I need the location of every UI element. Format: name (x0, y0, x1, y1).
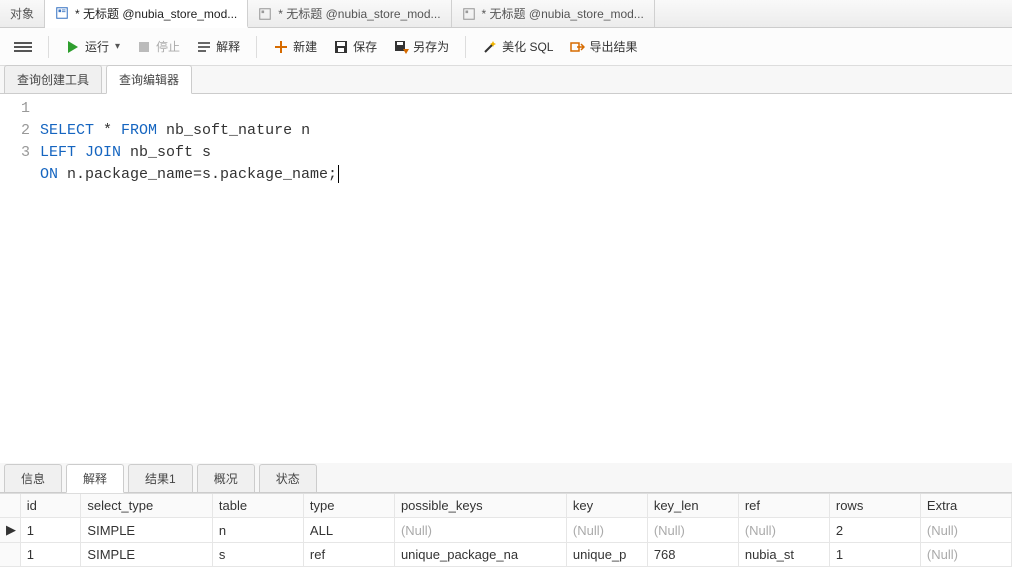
col-table[interactable]: table (212, 494, 303, 518)
beautify-label: 美化 SQL (502, 38, 553, 55)
export-icon (569, 39, 585, 55)
toolbar: 运行 ▾ 停止 解释 新建 保存 另存为 美化 SQL (0, 28, 1012, 66)
explain-button[interactable]: 解释 (190, 35, 246, 58)
line-number: 1 (0, 98, 30, 120)
col-extra[interactable]: Extra (920, 494, 1011, 518)
col-ref[interactable]: ref (738, 494, 829, 518)
save-button[interactable]: 保存 (327, 35, 383, 58)
tab-label: * 无标题 @nubia_store_mod... (278, 5, 440, 22)
explain-grid: id select_type table type possible_keys … (0, 493, 1012, 567)
floppy-icon (333, 39, 349, 55)
tab-query-builder[interactable]: 查询创建工具 (4, 65, 102, 93)
run-button[interactable]: 运行 ▾ (59, 35, 126, 58)
plus-icon (273, 39, 289, 55)
table-row[interactable]: ▶ 1 SIMPLE n ALL (Null) (Null) (Null) (N… (0, 518, 1012, 543)
kw-from: FROM (121, 122, 157, 139)
tab-label: * 无标题 @nubia_store_mod... (482, 5, 644, 22)
tab-query-2[interactable]: * 无标题 @nubia_store_mod... (248, 0, 451, 27)
beautify-button[interactable]: 美化 SQL (476, 35, 559, 58)
query-icon (462, 7, 476, 21)
table-row[interactable]: 1 SIMPLE s ref unique_package_na unique_… (0, 543, 1012, 567)
export-button[interactable]: 导出结果 (563, 35, 643, 58)
stop-icon (136, 39, 152, 55)
text-cursor (338, 165, 339, 183)
row-marker-header (0, 494, 20, 518)
result-tab-result1[interactable]: 结果1 (128, 464, 193, 493)
kw-join: JOIN (85, 144, 121, 161)
col-possible-keys[interactable]: possible_keys (394, 494, 566, 518)
query-icon (55, 6, 69, 20)
result-tab-status[interactable]: 状态 (259, 464, 317, 493)
play-icon (65, 39, 81, 55)
current-row-marker: ▶ (0, 518, 20, 543)
tab-query-1[interactable]: * 无标题 @nubia_store_mod... (45, 0, 248, 28)
export-label: 导出结果 (589, 38, 637, 55)
tab-query-editor[interactable]: 查询编辑器 (106, 65, 192, 94)
line-number: 3 (0, 142, 30, 164)
new-button[interactable]: 新建 (267, 35, 323, 58)
kw-select: SELECT (40, 122, 94, 139)
query-icon (258, 7, 272, 21)
col-key-len[interactable]: key_len (647, 494, 738, 518)
col-key[interactable]: key (566, 494, 647, 518)
saveas-button[interactable]: 另存为 (387, 35, 455, 58)
menu-button[interactable] (8, 37, 38, 57)
tab-label: 对象 (10, 5, 34, 22)
explain-icon (196, 39, 212, 55)
new-label: 新建 (293, 38, 317, 55)
result-tab-profile[interactable]: 概况 (197, 464, 255, 493)
row-marker (0, 543, 20, 567)
col-id[interactable]: id (20, 494, 81, 518)
sql-editor[interactable]: 1 2 3 SELECT * FROM nb_soft_nature n LEF… (0, 94, 1012, 463)
separator (48, 36, 49, 58)
result-tabs: 信息 解释 结果1 概况 状态 (0, 463, 1012, 493)
stop-button[interactable]: 停止 (130, 35, 186, 58)
code-area[interactable]: SELECT * FROM nb_soft_nature n LEFT JOIN… (40, 98, 1012, 463)
save-label: 保存 (353, 38, 377, 55)
result-tab-info[interactable]: 信息 (4, 464, 62, 493)
saveas-icon (393, 39, 409, 55)
hamburger-icon (14, 40, 32, 54)
separator (256, 36, 257, 58)
tab-query-3[interactable]: * 无标题 @nubia_store_mod... (452, 0, 655, 27)
line-gutter: 1 2 3 (0, 98, 40, 463)
header-row: id select_type table type possible_keys … (0, 494, 1012, 518)
separator (465, 36, 466, 58)
col-rows[interactable]: rows (829, 494, 920, 518)
wand-icon (482, 39, 498, 55)
col-select-type[interactable]: select_type (81, 494, 212, 518)
result-tab-explain[interactable]: 解释 (66, 464, 124, 493)
stop-label: 停止 (156, 38, 180, 55)
saveas-label: 另存为 (413, 38, 449, 55)
tab-objects[interactable]: 对象 (0, 0, 45, 27)
file-tabs: 对象 * 无标题 @nubia_store_mod... * 无标题 @nubi… (0, 0, 1012, 28)
col-type[interactable]: type (303, 494, 394, 518)
chevron-down-icon: ▾ (115, 41, 120, 52)
line-number: 2 (0, 120, 30, 142)
explain-label: 解释 (216, 38, 240, 55)
run-label: 运行 (85, 38, 109, 55)
tab-label: * 无标题 @nubia_store_mod... (75, 5, 237, 22)
kw-left: LEFT (40, 144, 76, 161)
editor-tabs: 查询创建工具 查询编辑器 (0, 66, 1012, 94)
kw-on: ON (40, 166, 58, 183)
